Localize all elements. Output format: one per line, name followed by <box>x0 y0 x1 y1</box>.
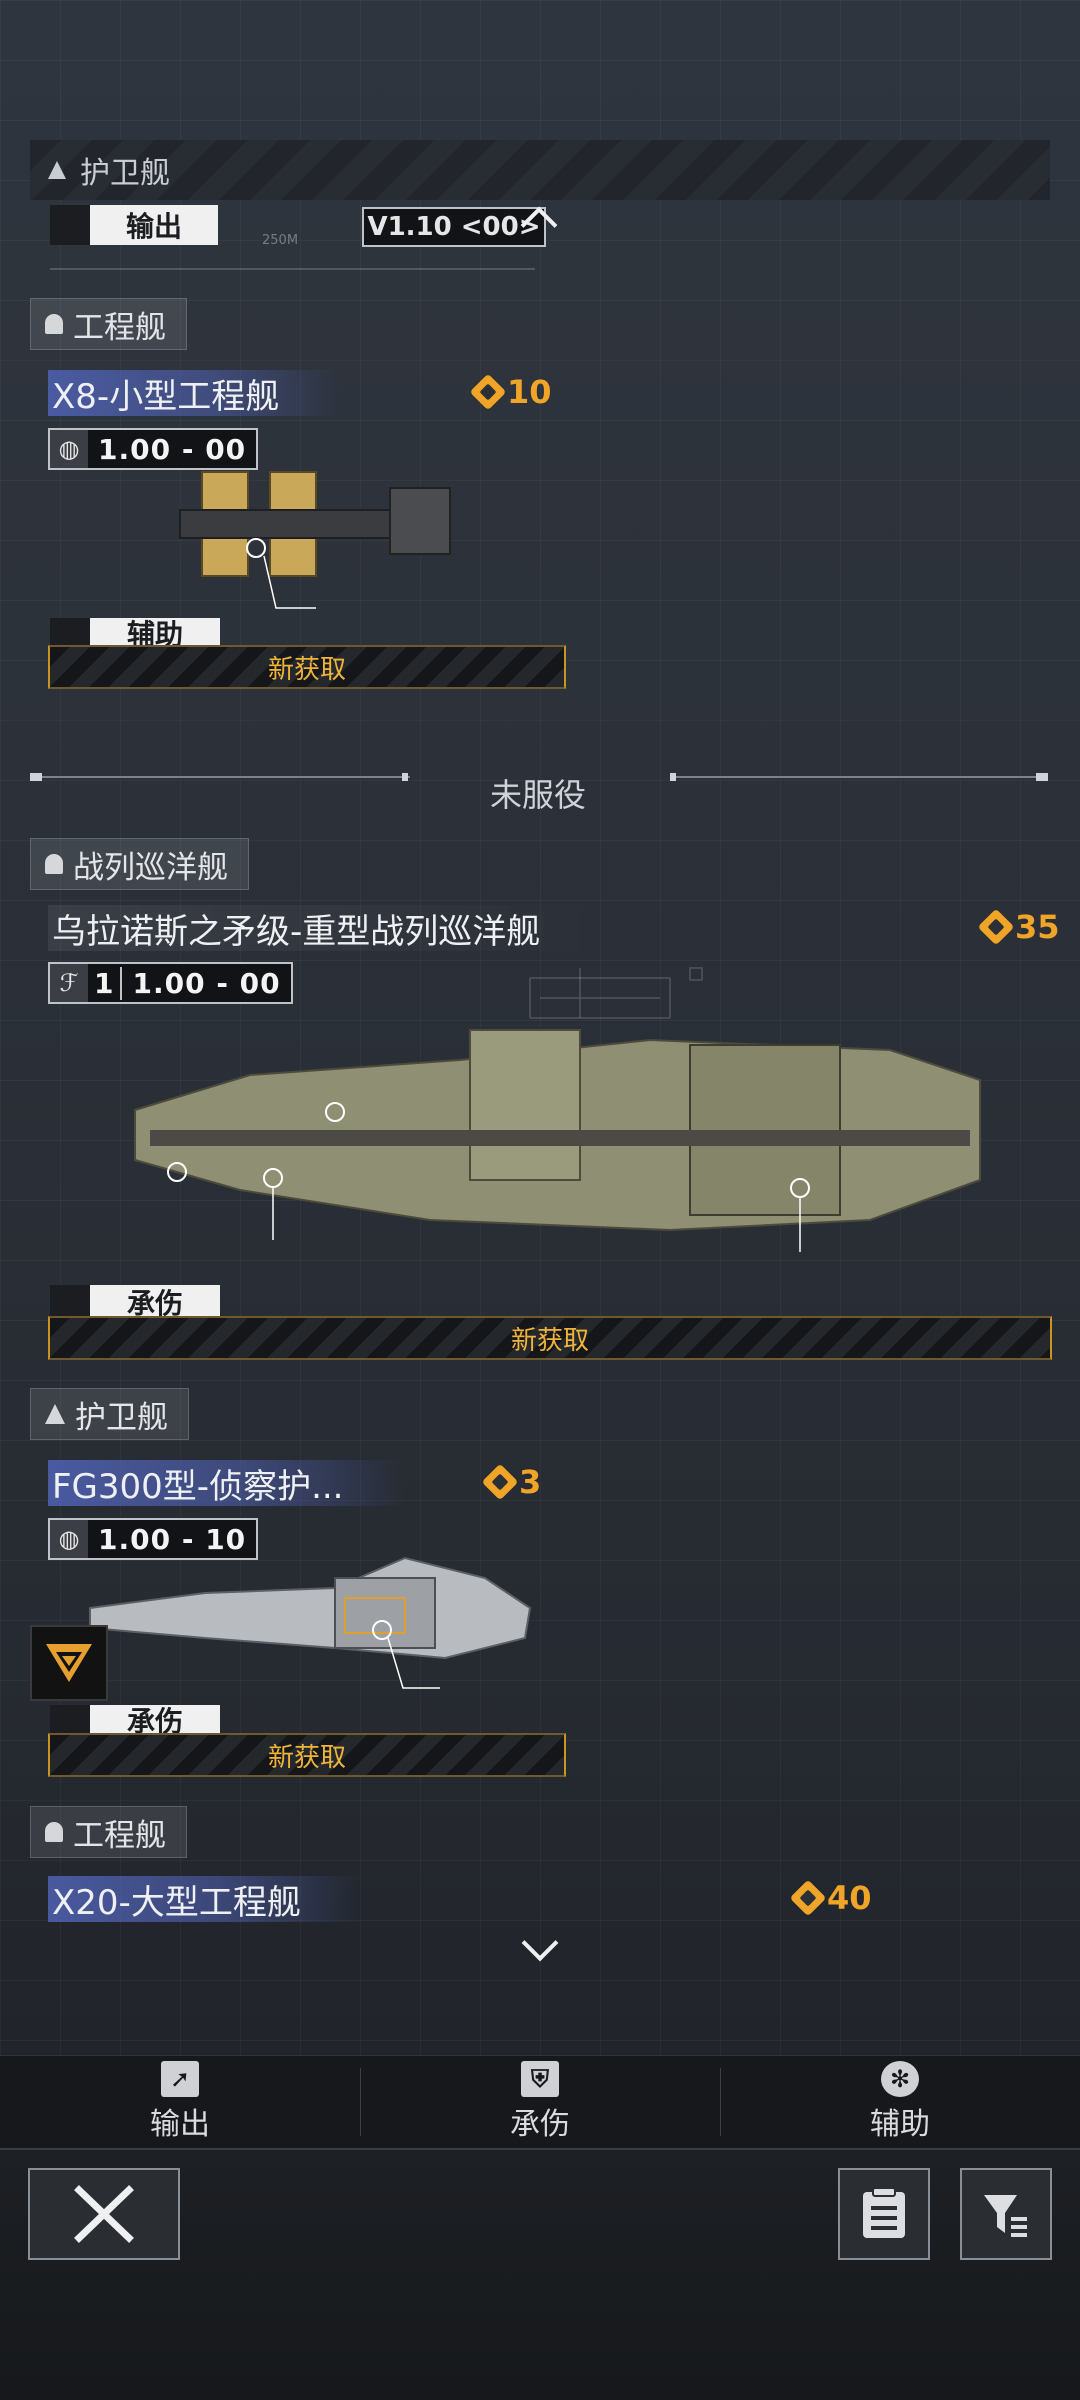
category-label: 工程舰 <box>73 309 166 346</box>
support-icon: ✻ <box>881 2061 919 2097</box>
manufacturer-logo-icon: ℱ <box>50 964 88 1002</box>
divider-dot-right <box>1036 773 1048 781</box>
cost-icon <box>977 908 1015 946</box>
ship-image-x8[interactable] <box>160 460 460 620</box>
tab-support[interactable]: ✻ 辅助 <box>720 2056 1080 2148</box>
role-filter-tabs: ➚ 输出 ⛨ 承伤 ✻ 辅助 <box>0 2055 1080 2150</box>
new-acquired-bar-uranus: 新获取 <box>48 1316 1052 1360</box>
cost-value: 35 <box>1015 908 1060 946</box>
output-arrow-icon: ➚ <box>161 2061 199 2097</box>
sticky-section-header: 护卫舰 <box>30 140 1050 200</box>
category-tag-engineering: 工程舰 <box>30 298 187 350</box>
role-label: 承伤 <box>126 1287 183 1319</box>
version-label: V1.10 <00> <box>362 207 546 247</box>
cost-value: 10 <box>507 373 552 411</box>
ship-name-fg300[interactable]: FG300型-侦察护... <box>48 1460 404 1507</box>
blueprint-decoration <box>529 967 703 1019</box>
document-list-icon <box>863 2187 905 2238</box>
new-acquired-bar-fg300: 新获取 <box>48 1733 566 1777</box>
rank-badge <box>30 1625 108 1701</box>
category-tag-engineering-2: 工程舰 <box>30 1806 187 1858</box>
range-ruler <box>50 258 535 270</box>
cost-value: 3 <box>519 1463 542 1501</box>
tab-output[interactable]: ➚ 输出 <box>0 2056 360 2148</box>
role-chip-fg300: 承伤 <box>50 1705 220 1735</box>
cost-value: 40 <box>827 1879 872 1917</box>
sticky-section-label: 护卫舰 <box>80 156 170 191</box>
triangle-icon <box>45 1404 65 1424</box>
ship-image-uranus[interactable] <box>130 1020 990 1260</box>
shield-icon: ⛨ <box>521 2061 559 2097</box>
tab-tank[interactable]: ⛨ 承伤 <box>360 2056 720 2148</box>
role-chip-uranus: 承伤 <box>50 1285 220 1319</box>
cost-icon <box>469 373 507 411</box>
category-label: 护卫舰 <box>75 1399 168 1436</box>
new-acquired-bar-x8: 新获取 <box>48 645 566 689</box>
stat-value: 1.00 - 00 <box>132 966 281 1000</box>
chevron-down-icon[interactable] <box>521 1924 559 1962</box>
category-tag-battlecruiser: 战列巡洋舰 <box>30 838 249 890</box>
globe-icon: ◍ <box>50 430 88 468</box>
ship-cost-x20: 40 <box>789 1879 872 1917</box>
bell-ship-icon <box>45 314 63 334</box>
tab-label: 输出 <box>150 2107 210 2142</box>
ship-name-uranus[interactable]: 乌拉诺斯之矛级-重型战列巡洋舰 <box>48 905 601 952</box>
triangle-icon <box>48 161 66 179</box>
category-label: 工程舰 <box>73 1817 166 1854</box>
bell-ship-icon <box>45 1822 63 1842</box>
cost-icon <box>481 1463 519 1501</box>
role-chip-x8: 辅助 <box>50 618 220 648</box>
ship-cost-fg300: 3 <box>481 1463 542 1501</box>
shield-icon <box>50 1285 90 1319</box>
ship-name-x20[interactable]: X20-大型工程舰 <box>48 1876 361 1923</box>
ship-cost-x8: 10 <box>469 373 552 411</box>
tab-label: 辅助 <box>870 2107 930 2142</box>
category-label: 战列巡洋舰 <box>73 849 228 886</box>
support-icon <box>50 618 90 648</box>
tab-label: 承伤 <box>510 2107 570 2142</box>
globe-icon: ◍ <box>50 1520 88 1558</box>
range-label: 250M <box>262 233 299 248</box>
chevron-rank-icon <box>46 1644 92 1682</box>
role-label: 承伤 <box>126 1705 183 1735</box>
partial-role-chip: 输出 <box>50 205 218 245</box>
divider-dot-left <box>30 773 42 781</box>
ship-icon <box>45 854 63 874</box>
partial-role-label: 输出 <box>125 210 182 243</box>
stat-box-uranus: ℱ 1 1.00 - 00 <box>48 962 293 1004</box>
list-button[interactable] <box>838 2168 930 2260</box>
ship-cost-uranus: 35 <box>977 908 1060 946</box>
shield-icon <box>50 1705 90 1735</box>
ship-name-x8[interactable]: X8-小型工程舰 <box>48 370 340 417</box>
close-button[interactable] <box>28 2168 180 2260</box>
output-arrow-icon <box>50 205 90 245</box>
category-tag-escort: 护卫舰 <box>30 1388 189 1440</box>
divider-dot <box>402 773 408 781</box>
filter-button[interactable] <box>960 2168 1052 2260</box>
unserved-divider-label: 未服役 <box>490 776 587 814</box>
cost-icon <box>789 1879 827 1917</box>
role-label: 辅助 <box>126 618 183 648</box>
divider-line-right <box>676 776 1040 778</box>
ship-image-fg300[interactable] <box>85 1548 535 1698</box>
stat-prefix: 1 <box>88 966 123 1000</box>
filter-icon <box>984 2195 1027 2237</box>
divider-line-left <box>42 776 410 778</box>
close-icon <box>74 2185 134 2243</box>
